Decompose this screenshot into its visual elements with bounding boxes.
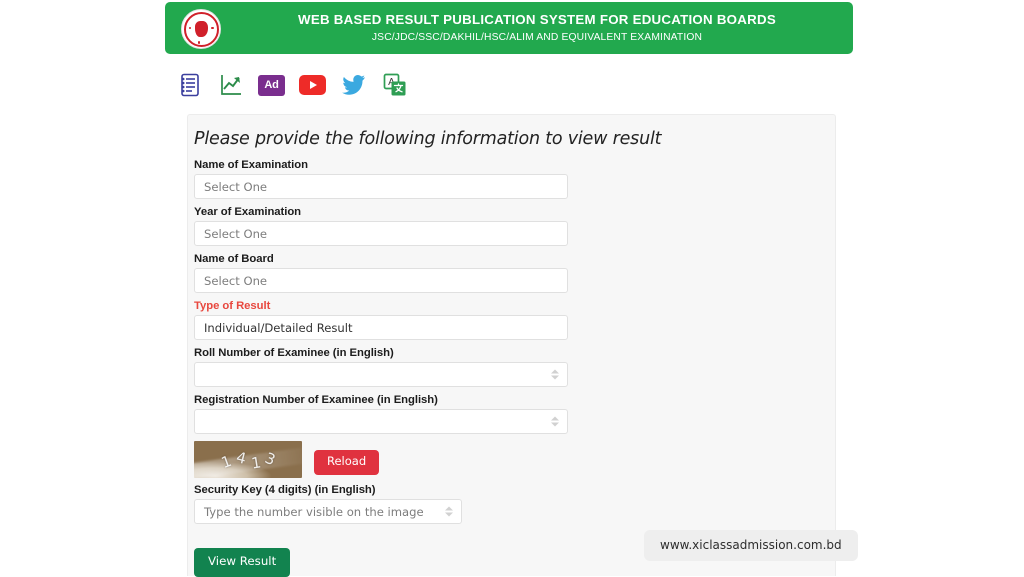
captcha-digit: 3 (262, 448, 278, 469)
youtube-icon[interactable] (299, 72, 326, 99)
captcha-digit: 4 (234, 447, 249, 468)
field-group-name-of-board: Name of Board Select One (194, 253, 829, 293)
input-roll-number[interactable] (194, 362, 568, 387)
emblem-inner-ring (183, 11, 219, 47)
captcha-row: 1 4 1 3 Reload (194, 441, 829, 478)
select-year-of-examination[interactable]: Select One (194, 221, 568, 246)
play-triangle-icon (310, 81, 317, 89)
twitter-bird-icon[interactable] (340, 72, 367, 99)
bangladesh-government-emblem (181, 9, 221, 49)
captcha-image: 1 4 1 3 (194, 441, 302, 478)
header-banner: WEB BASED RESULT PUBLICATION SYSTEM FOR … (165, 2, 853, 54)
ad-badge-icon[interactable]: Ad (258, 72, 285, 99)
youtube-badge (299, 75, 326, 95)
site-watermark: www.xiclassadmission.com.bd (644, 530, 858, 561)
select-name-of-board[interactable]: Select One (194, 268, 568, 293)
select-year-of-examination-value: Select One (204, 226, 268, 241)
toolbar-icon-row: Ad A (176, 70, 408, 100)
select-type-of-result-value: Individual/Detailed Result (204, 320, 353, 335)
trending-chart-icon[interactable] (217, 72, 244, 99)
reload-captcha-button[interactable]: Reload (314, 450, 380, 475)
select-type-of-result[interactable]: Individual/Detailed Result (194, 315, 568, 340)
header-text-wrap: WEB BASED RESULT PUBLICATION SYSTEM FOR … (235, 2, 839, 54)
bangladesh-map-shape (194, 21, 208, 37)
number-spinner-icon[interactable] (550, 415, 559, 428)
emblem-dot (210, 26, 214, 30)
spinner-down-icon[interactable] (550, 375, 559, 380)
page-title: WEB BASED RESULT PUBLICATION SYSTEM FOR … (298, 12, 776, 27)
label-security-key: Security Key (4 digits) (in English) (194, 484, 376, 496)
label-name-of-examination: Name of Examination (194, 159, 308, 171)
select-name-of-board-value: Select One (204, 273, 268, 288)
number-spinner-icon[interactable] (550, 368, 559, 381)
spinner-down-icon[interactable] (550, 422, 559, 427)
field-group-security-key: Security Key (4 digits) (in English) Typ… (194, 484, 829, 524)
field-group-year-of-examination: Year of Examination Select One (194, 206, 829, 246)
captcha-digit: 1 (219, 451, 235, 472)
label-registration-number: Registration Number of Examinee (in Engl… (194, 394, 438, 406)
emblem-dot (188, 26, 192, 30)
captcha-digits: 1 4 1 3 (194, 441, 302, 478)
page-subtitle: JSC/JDC/SSC/DAKHIL/HSC/ALIM AND EQUIVALE… (371, 32, 703, 43)
captcha-digit: 1 (249, 452, 262, 473)
field-group-registration-number: Registration Number of Examinee (in Engl… (194, 394, 829, 434)
select-name-of-examination-value: Select One (204, 179, 268, 194)
spinner-up-icon[interactable] (444, 506, 453, 511)
select-name-of-examination[interactable]: Select One (194, 174, 568, 199)
view-result-button[interactable]: View Result (194, 548, 291, 577)
spinner-down-icon[interactable] (444, 512, 453, 517)
form-fields: Name of Examination Select One Year of E… (194, 159, 829, 577)
input-security-key-placeholder: Type the number visible on the image (204, 504, 424, 519)
field-group-roll-number: Roll Number of Examinee (in English) (194, 347, 829, 387)
spinner-up-icon[interactable] (550, 369, 559, 374)
translate-icon[interactable]: A (381, 72, 408, 99)
notes-list-icon[interactable] (176, 72, 203, 99)
input-registration-number[interactable] (194, 409, 568, 434)
field-group-type-of-result: Type of Result Individual/Detailed Resul… (194, 300, 829, 340)
label-name-of-board: Name of Board (194, 253, 274, 265)
label-year-of-examination: Year of Examination (194, 206, 302, 218)
input-security-key[interactable]: Type the number visible on the image (194, 499, 462, 524)
ad-badge-label: Ad (258, 74, 285, 96)
label-roll-number: Roll Number of Examinee (in English) (194, 347, 394, 359)
label-type-of-result: Type of Result (194, 300, 271, 312)
result-form-panel: Please provide the following information… (187, 114, 836, 577)
form-heading: Please provide the following information… (194, 129, 662, 149)
number-spinner-icon[interactable] (444, 505, 453, 518)
spinner-up-icon[interactable] (550, 416, 559, 421)
field-group-name-of-examination: Name of Examination Select One (194, 159, 829, 199)
emblem-dot (197, 40, 201, 44)
